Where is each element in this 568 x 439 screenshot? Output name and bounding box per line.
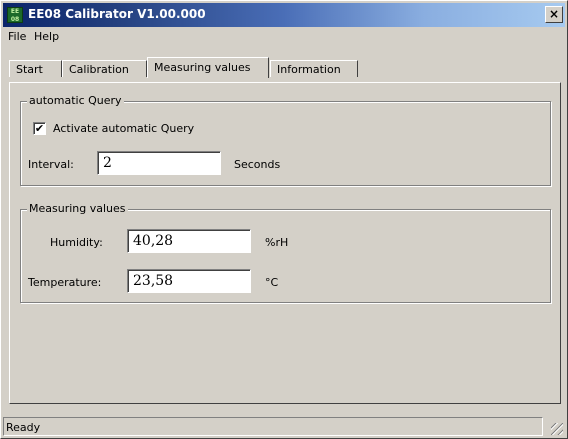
close-button[interactable]: × bbox=[545, 6, 563, 23]
temperature-unit: °C bbox=[265, 276, 279, 289]
tab-strip: Start Calibration Measuring values Infor… bbox=[9, 49, 561, 78]
tab-measuring-values[interactable]: Measuring values bbox=[147, 57, 269, 78]
close-icon: × bbox=[548, 7, 560, 21]
humidity-unit: %rH bbox=[265, 236, 289, 249]
interval-unit: Seconds bbox=[234, 158, 281, 171]
measuring-values-group: Measuring values Humidity: 40,28 %rH Tem… bbox=[20, 202, 551, 303]
automatic-query-group: automatic Query ✔ Activate automatic Que… bbox=[20, 94, 551, 186]
tab-panel-measuring-values: automatic Query ✔ Activate automatic Que… bbox=[9, 82, 561, 404]
temperature-label: Temperature: bbox=[28, 276, 102, 289]
activate-automatic-query-checkbox[interactable]: ✔ bbox=[33, 122, 46, 135]
humidity-field[interactable]: 40,28 bbox=[127, 229, 251, 253]
tab-calibration[interactable]: Calibration bbox=[62, 60, 147, 77]
title-bar[interactable]: EE 08 EE08 Calibrator V1.00.000 × bbox=[3, 3, 565, 27]
resize-grip-icon[interactable] bbox=[551, 423, 563, 435]
interval-input[interactable]: 2 bbox=[97, 151, 221, 175]
app-icon: EE 08 bbox=[7, 7, 23, 23]
interval-label: Interval: bbox=[28, 158, 74, 171]
menu-bar: File Help bbox=[3, 28, 565, 46]
automatic-query-group-title: automatic Query bbox=[27, 94, 124, 107]
app-window: EE 08 EE08 Calibrator V1.00.000 × File He… bbox=[0, 0, 568, 439]
menu-file[interactable]: File bbox=[5, 30, 29, 43]
humidity-label: Humidity: bbox=[50, 236, 103, 249]
window-title: EE08 Calibrator V1.00.000 bbox=[28, 7, 206, 21]
status-text: Ready bbox=[3, 417, 543, 436]
status-bar: Ready bbox=[3, 417, 565, 437]
tab-information[interactable]: Information bbox=[270, 60, 358, 77]
menu-help[interactable]: Help bbox=[31, 30, 62, 43]
tab-start[interactable]: Start bbox=[9, 60, 62, 77]
temperature-field[interactable]: 23,58 bbox=[127, 269, 251, 293]
activate-automatic-query-label: Activate automatic Query bbox=[53, 122, 195, 135]
measuring-values-group-title: Measuring values bbox=[27, 202, 128, 215]
